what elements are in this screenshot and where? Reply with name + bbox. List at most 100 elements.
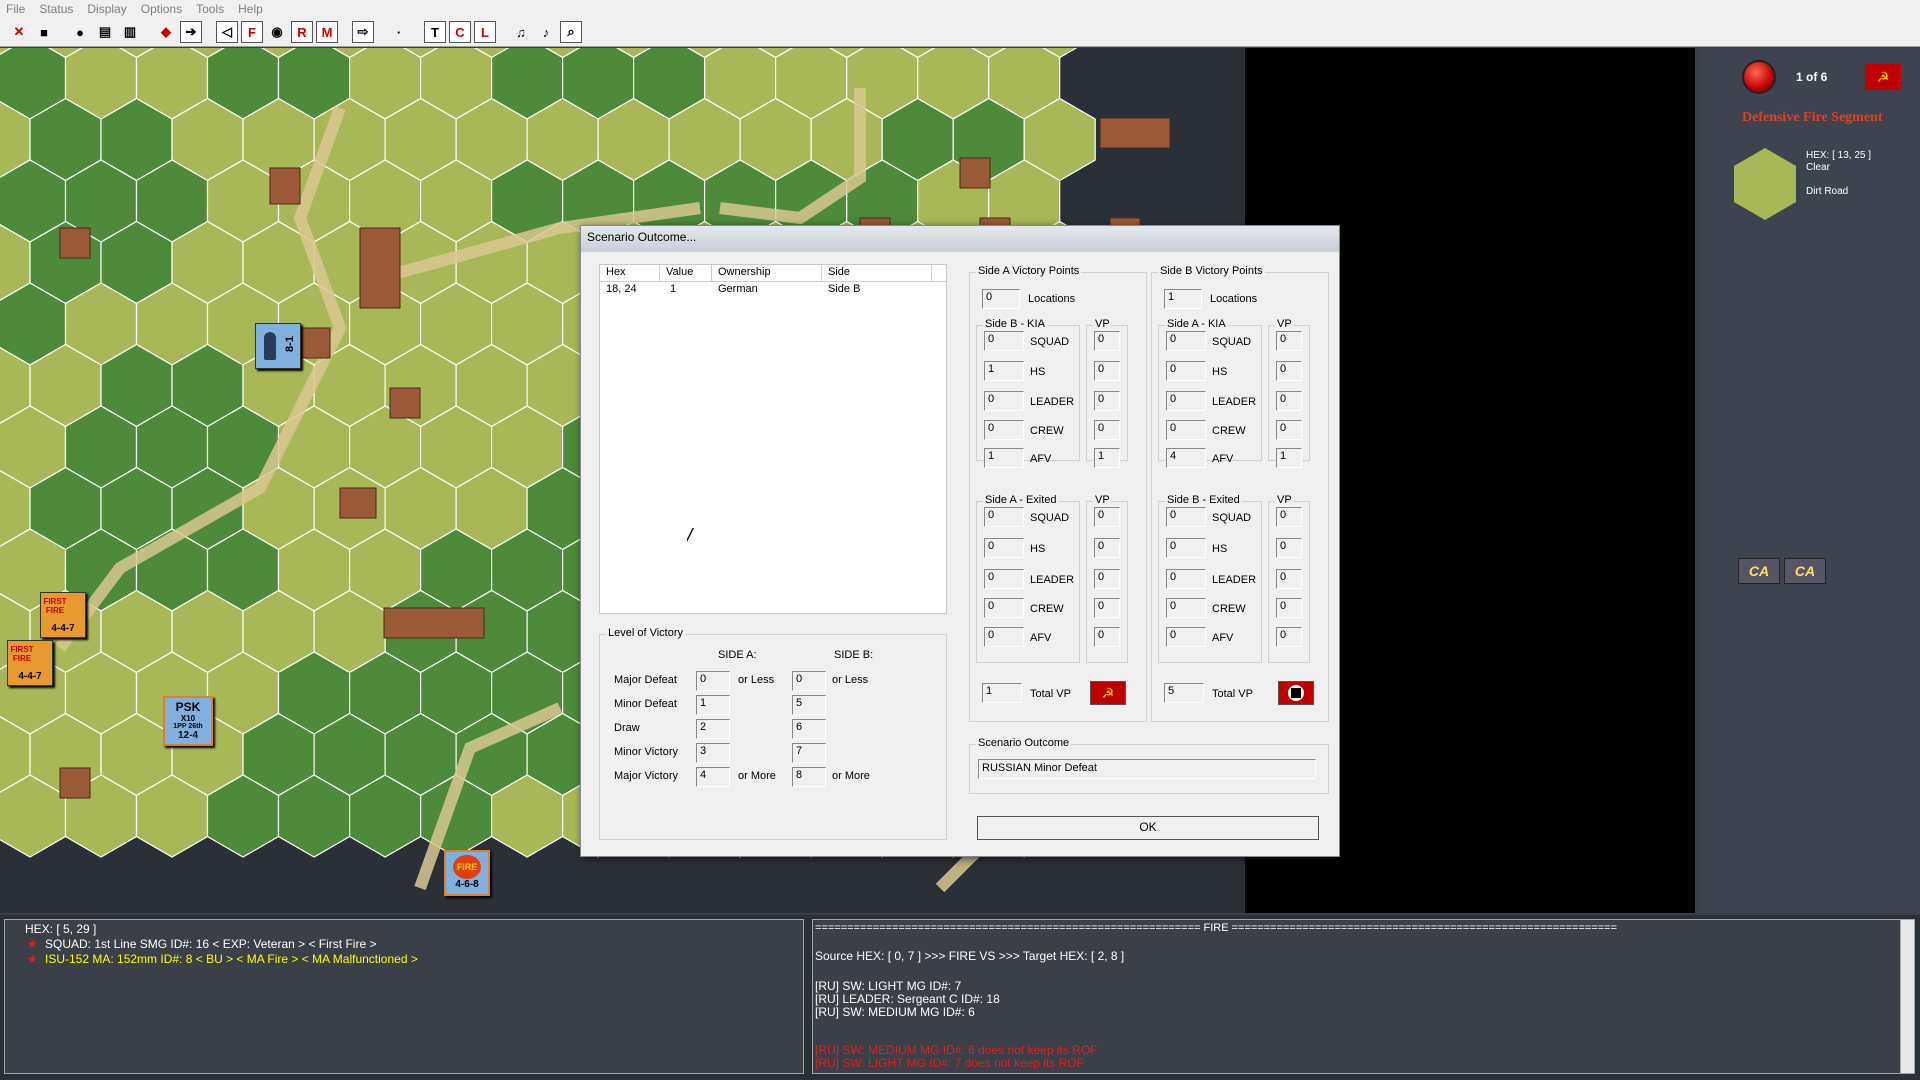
victory-hex-table[interactable]: Hex Value Ownership Side 18, 24 1 German… (599, 264, 947, 614)
rout-r-icon[interactable]: R (291, 21, 313, 43)
dot-icon[interactable]: · (388, 21, 410, 43)
fire-counter[interactable]: FIRE 4-6-8 (444, 850, 490, 896)
exit-count-field[interactable]: 0 (984, 507, 1024, 527)
menu-status[interactable]: Status (39, 2, 73, 16)
forward-icon[interactable]: ➔ (180, 21, 202, 43)
exit-vp-field[interactable]: 0 (1094, 569, 1120, 589)
side-a-level-field[interactable]: 4 (696, 767, 730, 787)
calc-icon[interactable]: ▤ (94, 21, 116, 43)
kia-vp-field[interactable]: 0 (1276, 420, 1302, 440)
kia-count-field[interactable]: 4 (1166, 448, 1206, 468)
exit-vp-field[interactable]: 0 (1276, 627, 1302, 647)
counter-c-icon[interactable]: C (449, 21, 471, 43)
first-fire-counter[interactable]: FIRST FIRE 4-4-7 (7, 640, 53, 686)
locations-field[interactable]: 0 (982, 289, 1020, 309)
exit-count-field[interactable]: 0 (984, 538, 1024, 558)
kia-vp-field[interactable]: 0 (1094, 331, 1120, 351)
locations-field[interactable]: 1 (1164, 289, 1202, 309)
globe-icon[interactable]: ● (69, 21, 91, 43)
right-arrow-icon[interactable]: ⇨ (352, 21, 374, 43)
scrollbar[interactable] (1900, 920, 1914, 1073)
music-icon[interactable]: ♪ (535, 21, 557, 43)
total-vp-field[interactable]: 5 (1164, 683, 1204, 703)
leader-counter[interactable]: 8-1 (255, 323, 301, 369)
move-m-icon[interactable]: M (316, 21, 338, 43)
side-a-level-suffix: or Less (738, 674, 775, 686)
col-hex[interactable]: Hex (600, 265, 660, 281)
side-a-level-field[interactable]: 1 (696, 695, 730, 715)
kia-count-field[interactable]: 0 (1166, 391, 1206, 411)
col-value[interactable]: Value (660, 265, 712, 281)
ca-button[interactable]: CA (1784, 558, 1826, 584)
disk-icon[interactable]: ▥ (119, 21, 141, 43)
kia-count-field[interactable]: 0 (1166, 361, 1206, 381)
col-side[interactable]: Side (822, 265, 932, 281)
side-b-level-field[interactable]: 5 (792, 695, 826, 715)
side-b-level-field[interactable]: 8 (792, 767, 826, 787)
log-header: ========================================… (815, 922, 1618, 934)
unit-line-1[interactable]: SQUAD: 1st Line SMG ID#: 16 < EXP: Veter… (45, 937, 376, 951)
menu-display[interactable]: Display (87, 2, 126, 16)
phase-indicator-icon[interactable] (1742, 60, 1776, 94)
exit-count-field[interactable]: 0 (1166, 598, 1206, 618)
side-a-level-field[interactable]: 2 (696, 719, 730, 739)
back-icon[interactable]: ◁ (216, 21, 238, 43)
kia-count-field[interactable]: 0 (1166, 420, 1206, 440)
psk-counter[interactable]: PSK X10 1PP 26th 12-4 (163, 696, 213, 746)
eye-icon[interactable]: ◉ (266, 21, 288, 43)
kia-vp-field[interactable]: 0 (1276, 331, 1302, 351)
exit-vp-field[interactable]: 0 (1094, 598, 1120, 618)
kia-count-field[interactable]: 0 (984, 420, 1024, 440)
los-l-icon[interactable]: L (474, 21, 496, 43)
save-icon[interactable]: ■ (33, 21, 55, 43)
kia-count-field[interactable]: 1 (984, 361, 1024, 381)
exit-count-field[interactable]: 0 (1166, 538, 1206, 558)
menu-tools[interactable]: Tools (196, 2, 224, 16)
kia-vp-field[interactable]: 0 (1276, 391, 1302, 411)
notes-icon[interactable]: ♫ (510, 21, 532, 43)
menu-file[interactable]: File (6, 2, 25, 16)
kia-vp-field[interactable]: 0 (1094, 361, 1120, 381)
exit-count-field[interactable]: 0 (984, 627, 1024, 647)
exit-count-field[interactable]: 0 (984, 598, 1024, 618)
kia-vp-field[interactable]: 1 (1094, 448, 1120, 468)
exit-vp-field[interactable]: 0 (1276, 538, 1302, 558)
exit-count-field[interactable]: 0 (1166, 627, 1206, 647)
menu-help[interactable]: Help (238, 2, 263, 16)
kia-count-field[interactable]: 0 (984, 331, 1024, 351)
side-a-level-field[interactable]: 0 (696, 671, 730, 691)
exit-vp-field[interactable]: 0 (1276, 569, 1302, 589)
kia-count-field[interactable]: 0 (984, 391, 1024, 411)
kia-vp-field[interactable]: 0 (1094, 391, 1120, 411)
menu-options[interactable]: Options (141, 2, 182, 16)
exit-vp-field[interactable]: 0 (1094, 538, 1120, 558)
table-row[interactable]: 18, 24 1 German Side B (600, 283, 940, 297)
magnify-icon[interactable]: ⌕ (560, 21, 582, 43)
first-fire-counter[interactable]: FIRST FIRE 4-4-7 (40, 592, 86, 638)
exit-vp-field[interactable]: 0 (1094, 507, 1120, 527)
fire-f-icon[interactable]: F (241, 21, 263, 43)
exit-count-field[interactable]: 0 (1166, 507, 1206, 527)
terrain-t-icon[interactable]: T (424, 21, 446, 43)
side-b-level-field[interactable]: 6 (792, 719, 826, 739)
exit-count-field[interactable]: 0 (984, 569, 1024, 589)
exit-vp-field[interactable]: 0 (1094, 627, 1120, 647)
col-ownership[interactable]: Ownership (712, 265, 822, 281)
kia-vp-field[interactable]: 0 (1094, 420, 1120, 440)
close-icon[interactable]: ✕ (8, 21, 30, 43)
ok-button[interactable]: OK (977, 816, 1319, 840)
side-b-level-field[interactable]: 0 (792, 671, 826, 691)
kia-vp-field[interactable]: 1 (1276, 448, 1302, 468)
tank-icon[interactable]: ◆ (155, 21, 177, 43)
unit-line-2[interactable]: ISU-152 MA: 152mm ID#: 8 < BU > < MA Fir… (45, 952, 418, 966)
total-vp-field[interactable]: 1 (982, 683, 1022, 703)
kia-count-field[interactable]: 0 (1166, 331, 1206, 351)
ca-button[interactable]: CA (1738, 558, 1780, 584)
exit-vp-field[interactable]: 0 (1276, 507, 1302, 527)
side-a-level-field[interactable]: 3 (696, 743, 730, 763)
exit-count-field[interactable]: 0 (1166, 569, 1206, 589)
exit-vp-field[interactable]: 0 (1276, 598, 1302, 618)
kia-count-field[interactable]: 1 (984, 448, 1024, 468)
side-b-level-field[interactable]: 7 (792, 743, 826, 763)
kia-vp-field[interactable]: 0 (1276, 361, 1302, 381)
